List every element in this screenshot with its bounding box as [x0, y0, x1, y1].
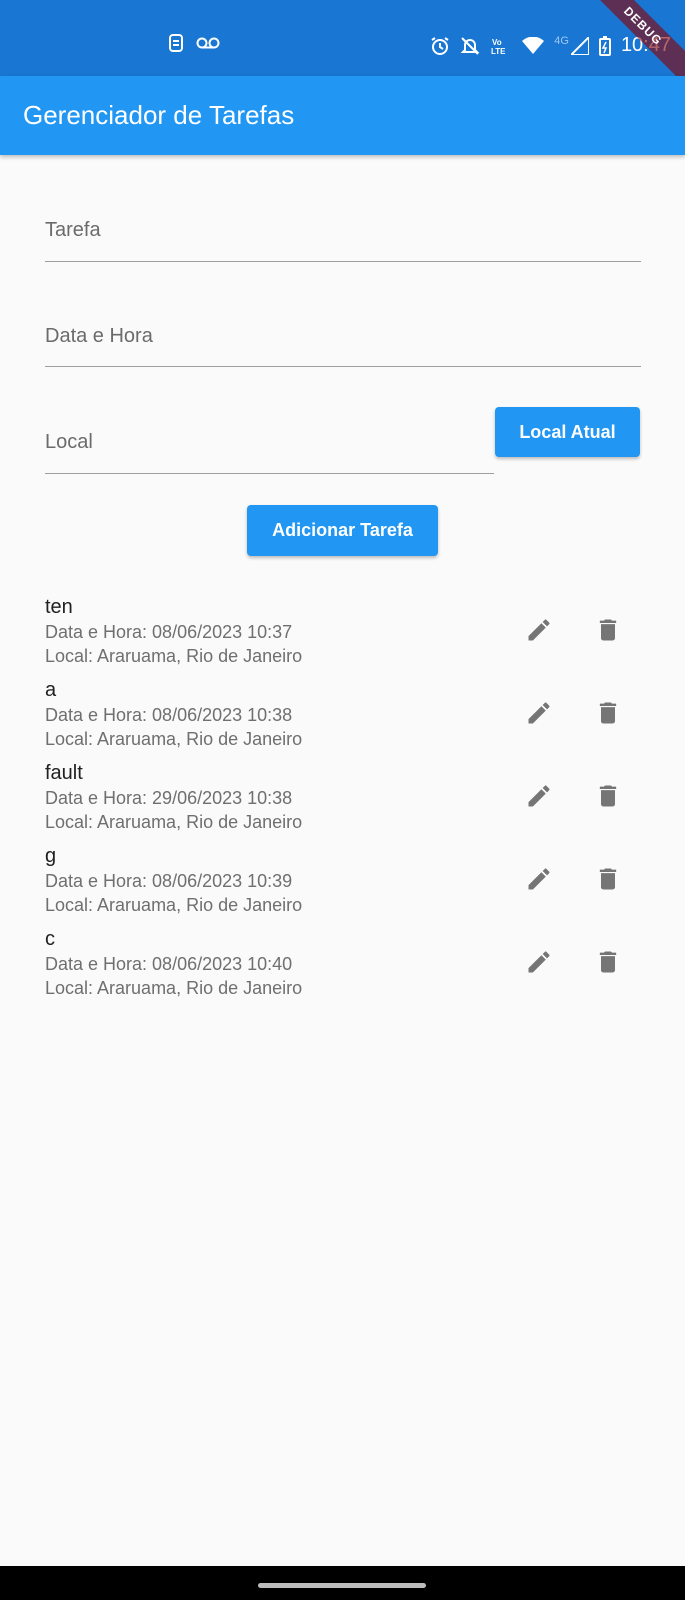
- edit-button[interactable]: [519, 693, 559, 733]
- trash-icon: [599, 619, 617, 641]
- edit-button[interactable]: [519, 776, 559, 816]
- signal-icon: [570, 36, 589, 55]
- task-location: Local: Araruama, Rio de Janeiro: [45, 895, 303, 915]
- navigation-bar: [0, 1566, 685, 1600]
- notifications-off-icon: [460, 36, 480, 56]
- network-label: 4G: [554, 34, 569, 47]
- svg-text:Vo: Vo: [492, 38, 502, 47]
- pencil-icon: [528, 951, 550, 973]
- list-item: ten Data e Hora: 08/06/2023 10:37 Local:…: [45, 596, 645, 674]
- list-item: fault Data e Hora: 29/06/2023 10:38 Loca…: [45, 762, 645, 840]
- edit-button[interactable]: [519, 859, 559, 899]
- task-title: c: [45, 928, 55, 950]
- task-datetime: Data e Hora: 08/06/2023 10:40: [45, 954, 293, 974]
- delete-button[interactable]: [588, 610, 628, 650]
- trash-icon: [599, 951, 617, 973]
- add-task-button[interactable]: Adicionar Tarefa: [247, 505, 438, 556]
- status-right-icons: VoLTE 4G 10:47: [430, 34, 671, 57]
- location-input[interactable]: [45, 412, 494, 473]
- sim-icon: [168, 34, 184, 52]
- battery-icon: [598, 35, 611, 56]
- delete-button[interactable]: [588, 859, 628, 899]
- pencil-icon: [528, 702, 550, 724]
- task-title: ten: [45, 596, 73, 618]
- datetime-field[interactable]: [45, 306, 641, 367]
- datetime-input[interactable]: [45, 306, 641, 366]
- delete-button[interactable]: [588, 776, 628, 816]
- edit-button[interactable]: [519, 942, 559, 982]
- location-field[interactable]: [45, 412, 494, 474]
- pencil-icon: [528, 785, 550, 807]
- volte-icon: Vo LTE: [490, 36, 512, 56]
- delete-button[interactable]: [588, 942, 628, 982]
- task-datetime: Data e Hora: 08/06/2023 10:39: [45, 871, 293, 891]
- task-datetime: Data e Hora: 29/06/2023 10:38: [45, 788, 293, 808]
- task-input[interactable]: [45, 200, 641, 261]
- trash-icon: [599, 785, 617, 807]
- task-datetime: Data e Hora: 08/06/2023 10:37: [45, 622, 293, 642]
- alarm-icon: [430, 36, 450, 56]
- list-item: a Data e Hora: 08/06/2023 10:38 Local: A…: [45, 679, 645, 757]
- trash-icon: [599, 702, 617, 724]
- list-item: g Data e Hora: 08/06/2023 10:39 Local: A…: [45, 845, 645, 923]
- status-left-icons: [168, 34, 220, 52]
- trash-icon: [599, 868, 617, 890]
- svg-text:LTE: LTE: [491, 47, 506, 56]
- wifi-icon: [522, 36, 545, 55]
- task-title: a: [45, 679, 57, 701]
- app-bar: Gerenciador de Tarefas: [0, 76, 685, 155]
- status-bar: VoLTE 4G 10:47 DEBUG: [0, 0, 685, 99]
- task-field[interactable]: [45, 200, 641, 262]
- voicemail-icon: [196, 36, 220, 50]
- task-location: Local: Araruama, Rio de Janeiro: [45, 978, 303, 998]
- task-location: Local: Araruama, Rio de Janeiro: [45, 812, 303, 832]
- task-datetime: Data e Hora: 08/06/2023 10:38: [45, 705, 293, 725]
- app-title: Gerenciador de Tarefas: [23, 100, 295, 130]
- edit-button[interactable]: [519, 610, 559, 650]
- list-item: c Data e Hora: 08/06/2023 10:40 Local: A…: [45, 928, 645, 1006]
- delete-button[interactable]: [588, 693, 628, 733]
- task-location: Local: Araruama, Rio de Janeiro: [45, 646, 303, 666]
- task-location: Local: Araruama, Rio de Janeiro: [45, 729, 303, 749]
- task-title: g: [45, 845, 57, 867]
- pencil-icon: [528, 619, 550, 641]
- current-location-button[interactable]: Local Atual: [495, 407, 640, 457]
- home-gesture-handle[interactable]: [258, 1583, 426, 1588]
- task-title: fault: [45, 762, 83, 784]
- pencil-icon: [528, 868, 550, 890]
